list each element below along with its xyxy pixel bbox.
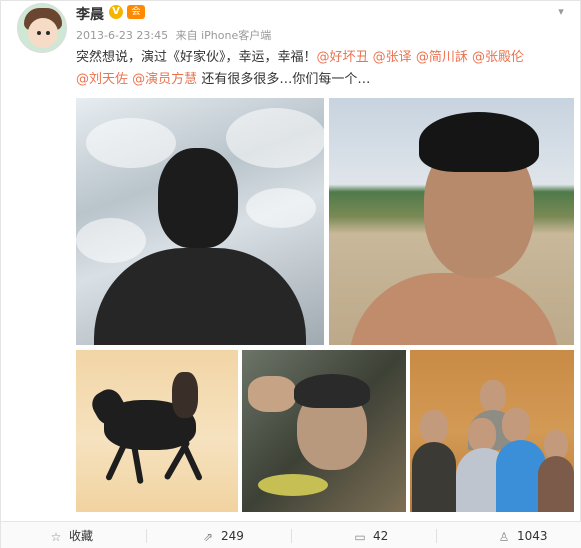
mention-link[interactable]: @张译 bbox=[373, 50, 412, 65]
post-text: 突然想说，演过《好家伙》，幸运，幸福！@好坏丑 @张译 @简川訸 @张殿伦 @刘… bbox=[76, 47, 571, 91]
chevron-down-icon[interactable]: ▾ bbox=[554, 5, 568, 19]
like-count: 1043 bbox=[517, 529, 548, 543]
photo-group-dinner[interactable] bbox=[410, 350, 574, 512]
post-text-end: 还有很多很多…你们每一个… bbox=[201, 72, 371, 87]
repost-button[interactable]: ⇗ 249 bbox=[201, 522, 244, 548]
thumbs-up-icon: ♙ bbox=[498, 530, 510, 544]
silhouette-head bbox=[158, 148, 238, 248]
selfie-hair bbox=[419, 112, 539, 172]
photo-horse-rider[interactable] bbox=[76, 350, 238, 512]
smile-hair bbox=[294, 374, 370, 408]
action-bar: ☆ 收藏 ⇗ 249 ▭ 42 ♙ 1043 bbox=[1, 521, 581, 548]
silhouette-body bbox=[94, 248, 306, 345]
post-source: 来自 iPhone客户端 bbox=[175, 29, 272, 42]
weibo-card: 李晨 V 会 ▾ 2013-6-23 23:45 来自 iPhone客户端 突然… bbox=[0, 0, 581, 548]
user-name[interactable]: 李晨 bbox=[76, 4, 104, 24]
selfie-body bbox=[349, 273, 559, 345]
rider bbox=[172, 372, 198, 418]
mention-link[interactable]: @好坏丑 bbox=[317, 50, 369, 65]
avatar[interactable] bbox=[17, 3, 67, 53]
post-time[interactable]: 2013-6-23 23:45 bbox=[76, 29, 168, 42]
repost-count: 249 bbox=[221, 529, 244, 543]
comment-count: 42 bbox=[373, 529, 389, 543]
mention-link[interactable]: @简川訸 bbox=[416, 50, 468, 65]
photo-silhouette-clouds[interactable] bbox=[76, 98, 324, 345]
avatar-eye-left bbox=[37, 31, 41, 35]
like-button[interactable]: ♙ 1043 bbox=[497, 522, 548, 548]
post-text-start: 突然想说，演过《好家伙》，幸运，幸福！ bbox=[76, 50, 317, 65]
post-meta: 2013-6-23 23:45 来自 iPhone客户端 bbox=[76, 27, 271, 43]
vip-badge-icon[interactable]: 会 bbox=[127, 5, 145, 19]
mention-link[interactable]: @演员方慧 bbox=[132, 72, 197, 87]
photo-makeup-smile[interactable] bbox=[242, 350, 406, 512]
verified-icon[interactable]: V bbox=[109, 5, 123, 19]
comment-button[interactable]: ▭ 42 bbox=[353, 522, 388, 548]
mention-link[interactable]: @刘天佐 bbox=[76, 72, 128, 87]
photo-selfie-desert[interactable] bbox=[329, 98, 574, 345]
comment-icon: ▭ bbox=[354, 530, 366, 544]
avatar-eye-right bbox=[46, 31, 50, 35]
star-icon: ☆ bbox=[50, 530, 62, 544]
avatar-face bbox=[28, 18, 58, 48]
favorite-button[interactable]: ☆ 收藏 bbox=[49, 522, 93, 548]
favorite-label: 收藏 bbox=[69, 529, 94, 543]
repost-icon: ⇗ bbox=[202, 530, 214, 544]
mention-link[interactable]: @张殿伦 bbox=[472, 50, 524, 65]
banana bbox=[258, 474, 328, 496]
hand bbox=[248, 376, 296, 412]
